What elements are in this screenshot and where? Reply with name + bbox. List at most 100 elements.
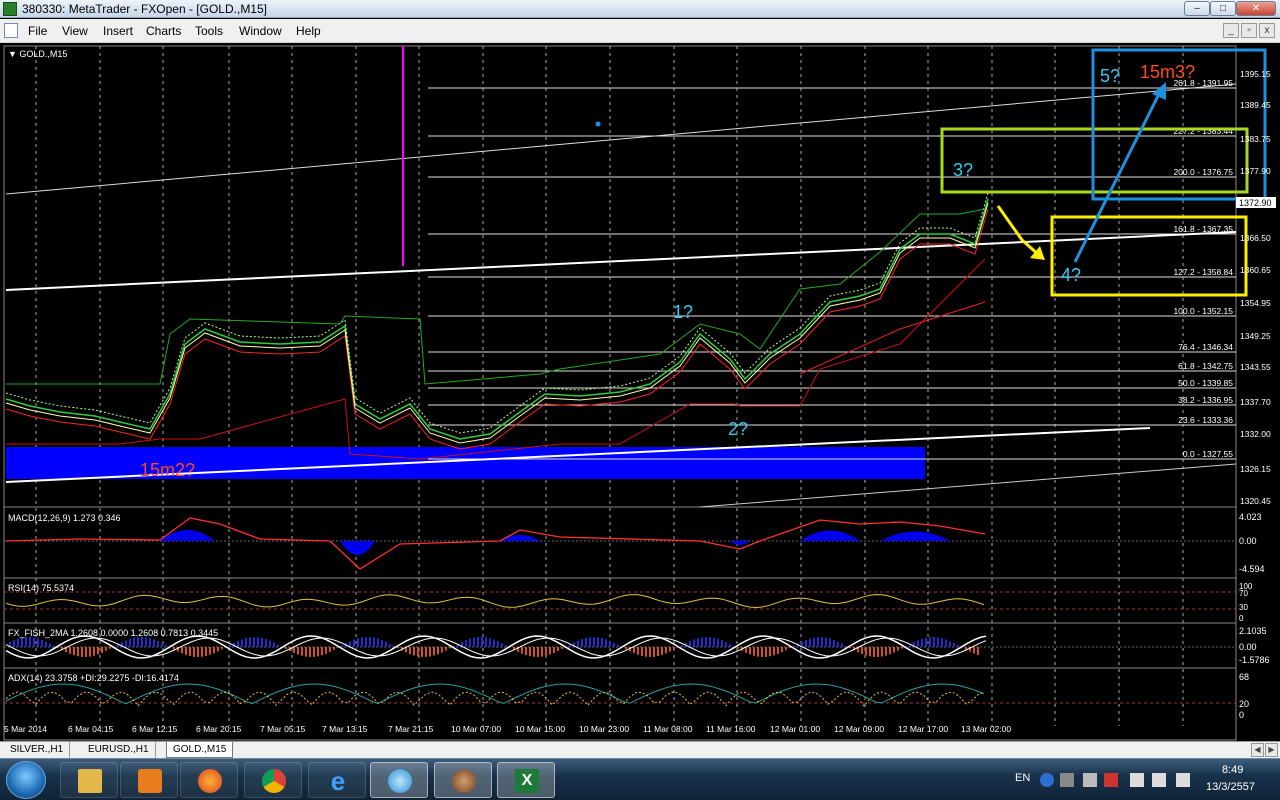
- maximize-button[interactable]: □: [1210, 1, 1236, 16]
- price-tick: 1320.45: [1240, 496, 1271, 506]
- fib-label: 50.0 - 1339.85: [1178, 378, 1233, 388]
- macd-scale-bottom: -4.594: [1239, 564, 1265, 574]
- time-tick: 13 Mar 02:00: [961, 724, 1011, 734]
- fib-label: 61.8 - 1342.75: [1178, 361, 1233, 371]
- menu-insert[interactable]: Insert: [103, 24, 133, 38]
- metatrader-bull-icon: [452, 769, 476, 793]
- label-wave-1: 1?: [673, 302, 693, 322]
- minimize-button[interactable]: –: [1184, 1, 1210, 16]
- fib-label: 76.4 - 1346.34: [1178, 342, 1233, 352]
- fx-fish-scale-top: 2.1035: [1239, 626, 1267, 636]
- clock-date[interactable]: 13/3/2557: [1206, 781, 1255, 793]
- rsi-label: RSI(14) 75.5374: [8, 583, 74, 593]
- taskbar-app-blue[interactable]: [370, 762, 428, 798]
- symbol-tab-bar: SILVER.,H1 EURUSD.,H1 GOLD.,M15 ◀ ▶: [0, 741, 1280, 758]
- adx-label: ADX(14) 23.3758 +DI:29.2275 -DI:16.4174: [8, 673, 179, 683]
- menu-tools[interactable]: Tools: [195, 24, 223, 38]
- fx-fish-label: FX_FISH_2MA 1.2608 0.0000 1.2608 0.7813 …: [8, 628, 218, 638]
- label-wave-2: 2?: [728, 419, 748, 439]
- media-player-icon: [138, 769, 162, 793]
- price-tick: 1332.00: [1240, 429, 1271, 439]
- price-chart[interactable]: 261.8 - 1391.95227.2 - 1383.44200.0 - 13…: [0, 44, 1280, 741]
- taskbar-firefox[interactable]: [180, 762, 238, 798]
- window-title: 380330: MetaTrader - FXOpen - [GOLD.,M15…: [22, 2, 267, 16]
- menu-view[interactable]: View: [62, 24, 88, 38]
- excel-icon: X: [515, 769, 539, 793]
- fib-label: 200.0 - 1376.75: [1173, 167, 1233, 177]
- fib-label: 127.2 - 1358.84: [1173, 267, 1233, 277]
- time-tick: 6 Mar 20:15: [196, 724, 242, 734]
- tab-eurusd-h1[interactable]: EURUSD.,H1: [82, 742, 156, 758]
- language-indicator[interactable]: EN: [1015, 772, 1030, 784]
- chart-restore-button[interactable]: ▫: [1241, 23, 1257, 38]
- time-tick: 11 Mar 16:00: [706, 724, 756, 734]
- marker-dot: [595, 121, 601, 127]
- time-tick: 12 Mar 17:00: [898, 724, 948, 734]
- tab-silver-h1[interactable]: SILVER.,H1: [4, 742, 71, 758]
- chart-close-button[interactable]: x: [1259, 23, 1275, 38]
- adx-scale-68: 68: [1239, 672, 1249, 682]
- price-tick: 1326.15: [1240, 464, 1271, 474]
- time-tick: 11 Mar 08:00: [643, 724, 693, 734]
- fib-label: 100.0 - 1352.15: [1173, 306, 1233, 316]
- menu-file[interactable]: File: [28, 24, 47, 38]
- tab-gold-m15[interactable]: GOLD.,M15: [166, 742, 234, 758]
- network-icon[interactable]: [1130, 773, 1144, 787]
- label-15m3: 15m3?: [1140, 62, 1195, 82]
- chart-document-icon: [4, 23, 18, 38]
- price-tick: 1366.50: [1240, 233, 1271, 243]
- firefox-icon: [198, 769, 222, 793]
- taskbar-excel[interactable]: X: [497, 762, 555, 798]
- time-tick: 7 Mar 21:15: [388, 724, 434, 734]
- taskbar-internet-explorer[interactable]: e: [308, 762, 366, 798]
- menu-bar: File View Insert Charts Tools Window Hel…: [0, 19, 1280, 43]
- internet-explorer-icon: e: [330, 766, 346, 796]
- windows-taskbar: e X EN 8:49 13/3/2557: [0, 758, 1280, 800]
- menu-window[interactable]: Window: [239, 24, 282, 38]
- label-15m2: 15m2?: [140, 460, 195, 480]
- taskbar-media-player[interactable]: [120, 762, 178, 798]
- menu-charts[interactable]: Charts: [146, 24, 181, 38]
- menu-help[interactable]: Help: [296, 24, 321, 38]
- time-tick: 12 Mar 01:00: [770, 724, 820, 734]
- price-tick: 1383.75: [1240, 134, 1271, 144]
- tab-scroll-right-icon[interactable]: ▶: [1265, 743, 1278, 757]
- keyboard-icon[interactable]: [1060, 773, 1074, 787]
- price-tick: 1354.95: [1240, 298, 1271, 308]
- help-icon[interactable]: [1040, 773, 1054, 787]
- price-tick: 1349.25: [1240, 331, 1271, 341]
- price-tick: 1343.55: [1240, 362, 1271, 372]
- metatrader-app-icon: [3, 2, 17, 16]
- start-button[interactable]: [6, 761, 46, 799]
- window-title-bar[interactable]: 380330: MetaTrader - FXOpen - [GOLD.,M15…: [0, 0, 1280, 18]
- taskbar-explorer[interactable]: [60, 762, 118, 798]
- folder-icon: [78, 769, 102, 793]
- chart-minimize-button[interactable]: _: [1223, 23, 1239, 38]
- price-tick: 1389.45: [1240, 100, 1271, 110]
- device-icon[interactable]: [1152, 773, 1166, 787]
- close-button[interactable]: ✕: [1236, 1, 1276, 16]
- chrome-icon: [262, 769, 286, 793]
- volume-muted-icon[interactable]: [1104, 773, 1118, 787]
- app-circle-icon: [388, 769, 412, 793]
- price-tick: 1360.65: [1240, 265, 1271, 275]
- taskbar-chrome[interactable]: [244, 762, 302, 798]
- fx-fish-scale-bottom: -1.5786: [1239, 655, 1270, 665]
- time-tick: 12 Mar 09:00: [834, 724, 884, 734]
- current-price-label: 1372.90: [1239, 198, 1272, 208]
- adx-scale-20: 20: [1239, 699, 1249, 709]
- price-tick: 1395.15: [1240, 69, 1271, 79]
- taskbar-metatrader[interactable]: [434, 762, 492, 798]
- time-tick: 10 Mar 07:00: [451, 724, 501, 734]
- macd-label: MACD(12,26,9) 1.273 0.346: [8, 513, 121, 523]
- clock-time[interactable]: 8:49: [1222, 764, 1243, 776]
- time-tick: 7 Mar 05:15: [260, 724, 306, 734]
- tray-arrow-icon[interactable]: [1083, 773, 1097, 787]
- adx-scale-0: 0: [1239, 710, 1244, 720]
- time-tick: 10 Mar 15:00: [515, 724, 565, 734]
- time-tick: 10 Mar 23:00: [579, 724, 629, 734]
- fib-label: 38.2 - 1336.95: [1178, 395, 1233, 405]
- tab-scroll-left-icon[interactable]: ◀: [1251, 743, 1264, 757]
- price-tick: 1377.90: [1240, 166, 1271, 176]
- flag-icon[interactable]: [1176, 773, 1190, 787]
